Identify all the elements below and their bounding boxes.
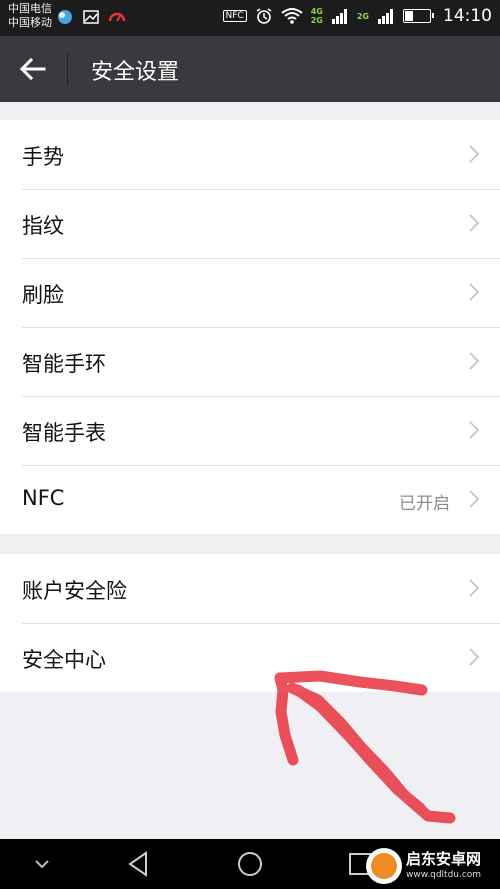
chevron-right-icon	[469, 421, 480, 439]
list-item-label: NFC	[22, 486, 65, 510]
carrier-2: 中国移动	[8, 16, 52, 29]
back-arrow-icon	[19, 57, 46, 81]
notification-icons	[56, 8, 126, 26]
battery-icon	[403, 9, 434, 23]
signal-icon-1	[331, 9, 347, 24]
watermark-name: 启东安卓网	[406, 850, 482, 868]
alarm-icon	[256, 8, 272, 24]
net-2g-label-b: 2G	[356, 11, 369, 21]
nav-home-button[interactable]	[220, 839, 280, 889]
list-item-label: 账户安全险	[22, 579, 127, 603]
chevron-down-icon	[35, 860, 49, 869]
page-title: 安全设置	[91, 60, 180, 85]
list-item-gesture[interactable]: 手势	[0, 120, 500, 189]
list-item-nfc[interactable]: NFC 已开启	[0, 465, 500, 534]
watermark-logo-icon	[366, 848, 402, 884]
nav-back-button[interactable]	[108, 839, 168, 889]
list-item-smart-band[interactable]: 智能手环	[0, 327, 500, 396]
image-icon	[83, 10, 99, 24]
chevron-right-icon	[469, 352, 480, 370]
speedometer-icon	[108, 12, 126, 22]
list-item-label: 刷脸	[22, 283, 64, 307]
net-4g-label: 4G	[310, 7, 323, 16]
nav-hide-button[interactable]	[12, 839, 72, 889]
status-bar: 中国电信 中国移动 NFC 4G 2G 2G 14:10	[0, 0, 500, 36]
watermark: 启东安卓网 www.qdltdu.com	[366, 846, 496, 888]
home-circle-icon	[238, 852, 262, 876]
status-right: NFC 4G 2G 2G 14:10	[222, 6, 492, 26]
list-item-face[interactable]: 刷脸	[0, 258, 500, 327]
network-4g-2g: 4G 2G	[311, 7, 323, 25]
watermark-url: www.qdltdu.com	[406, 870, 482, 880]
list-item-security-center[interactable]: 安全中心	[0, 623, 500, 692]
back-triangle-icon	[128, 851, 147, 877]
signal-icon-2	[378, 9, 393, 24]
wifi-icon	[281, 8, 303, 24]
list-item-account-insurance[interactable]: 账户安全险	[0, 554, 500, 623]
clock: 14:10	[443, 6, 492, 26]
chevron-right-icon	[469, 214, 480, 232]
list-item-label: 智能手表	[22, 421, 106, 445]
network-2g: 2G	[357, 12, 369, 21]
chevron-right-icon	[469, 283, 480, 301]
weather-icon	[58, 10, 72, 24]
toolbar: 安全设置	[0, 36, 500, 102]
battery-level	[405, 11, 413, 21]
back-button[interactable]	[16, 54, 50, 84]
list-item-label: 指纹	[22, 214, 64, 238]
carrier-info: 中国电信 中国移动	[8, 2, 52, 30]
list-item-label: 手势	[22, 145, 64, 169]
nfc-indicator: NFC	[222, 10, 247, 22]
chevron-right-icon	[469, 145, 480, 163]
chevron-right-icon	[469, 579, 480, 597]
chevron-right-icon	[469, 648, 480, 666]
list-item-label: 安全中心	[22, 648, 106, 672]
settings-group-1: 手势 指纹 刷脸 智能手环 智能手表 NFC 已开启	[0, 120, 500, 534]
settings-group-2: 账户安全险 安全中心	[0, 554, 500, 692]
carrier-1: 中国电信	[8, 2, 52, 15]
toolbar-divider	[67, 53, 68, 85]
list-item-fingerprint[interactable]: 指纹	[0, 189, 500, 258]
list-item-label: 智能手环	[22, 352, 106, 376]
list-item-smart-watch[interactable]: 智能手表	[0, 396, 500, 465]
net-2g-label: 2G	[310, 16, 323, 25]
nfc-status-value: 已开启	[399, 494, 450, 514]
chevron-right-icon	[469, 490, 480, 508]
